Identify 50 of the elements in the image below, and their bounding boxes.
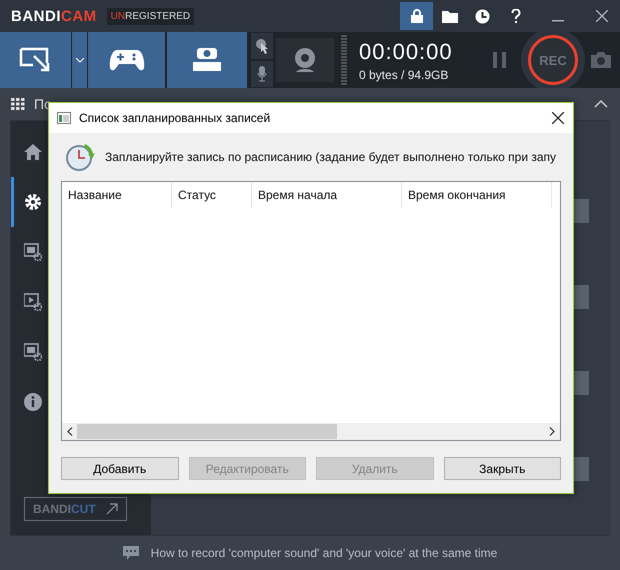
- microphone-icon: [257, 66, 267, 82]
- hdmi-mode-button[interactable]: [167, 32, 247, 88]
- webcam-icon: [292, 47, 318, 73]
- dialog-button[interactable]: Добавить: [61, 457, 178, 480]
- column-header[interactable]: Название: [62, 182, 172, 208]
- cursor-icon: [255, 38, 269, 54]
- horizontal-scrollbar[interactable]: [62, 423, 560, 440]
- scroll-left-icon[interactable]: [67, 427, 73, 436]
- caret-icon: [76, 58, 84, 62]
- gear-icon: [24, 193, 42, 211]
- game-mode-button[interactable]: [88, 32, 165, 88]
- dialog-button[interactable]: Закрыть: [444, 457, 561, 480]
- file-size: 0 bytes / 94.9GB: [359, 68, 450, 82]
- grid-icon[interactable]: [11, 98, 25, 110]
- collapse-icon[interactable]: [594, 100, 608, 108]
- image-settings-icon: [24, 343, 42, 361]
- lock-icon: [410, 8, 424, 24]
- screen-mode-button[interactable]: [0, 32, 71, 88]
- lock-tab[interactable]: [400, 2, 433, 30]
- license-badge: UNREGISTERED: [106, 8, 194, 24]
- scroll-right-icon[interactable]: [549, 427, 555, 436]
- info-icon: [24, 393, 42, 411]
- chat-icon: [122, 546, 139, 560]
- timer: 00:00:00: [359, 38, 453, 64]
- help-icon: [510, 8, 520, 24]
- app-logo: BANDICAM: [11, 8, 97, 24]
- home-icon: [24, 144, 42, 160]
- screen-region-icon: [18, 47, 52, 73]
- tip-link[interactable]: How to record 'computer sound' and 'your voice' at the same time: [150, 546, 498, 560]
- dialog-title: Список запланированных записей: [79, 111, 270, 125]
- pause-icon[interactable]: [493, 52, 507, 68]
- description-text: Запланируйте запись по расписанию (задание будет выполнено только при запу: [105, 150, 556, 164]
- close-icon[interactable]: [552, 112, 564, 124]
- folder-icon: [442, 10, 458, 22]
- level-meter-icon: [341, 35, 347, 85]
- column-header[interactable]: Время окончания: [402, 182, 552, 208]
- webcam-button[interactable]: [276, 38, 334, 82]
- microphone-button[interactable]: [251, 61, 273, 87]
- column-header[interactable]: Статус: [172, 182, 252, 208]
- video-settings-icon: [24, 243, 42, 261]
- device-icon: [192, 48, 222, 72]
- play-settings-icon: [24, 293, 42, 311]
- clock-icon: [475, 8, 490, 24]
- column-header[interactable]: Время начала: [252, 182, 402, 208]
- gamepad-icon: [108, 49, 144, 71]
- cursor-button[interactable]: [251, 33, 273, 59]
- external-link-icon: [106, 503, 118, 515]
- clock-icon: [65, 142, 95, 172]
- camera-icon[interactable]: [591, 52, 611, 68]
- window-icon: [57, 112, 71, 124]
